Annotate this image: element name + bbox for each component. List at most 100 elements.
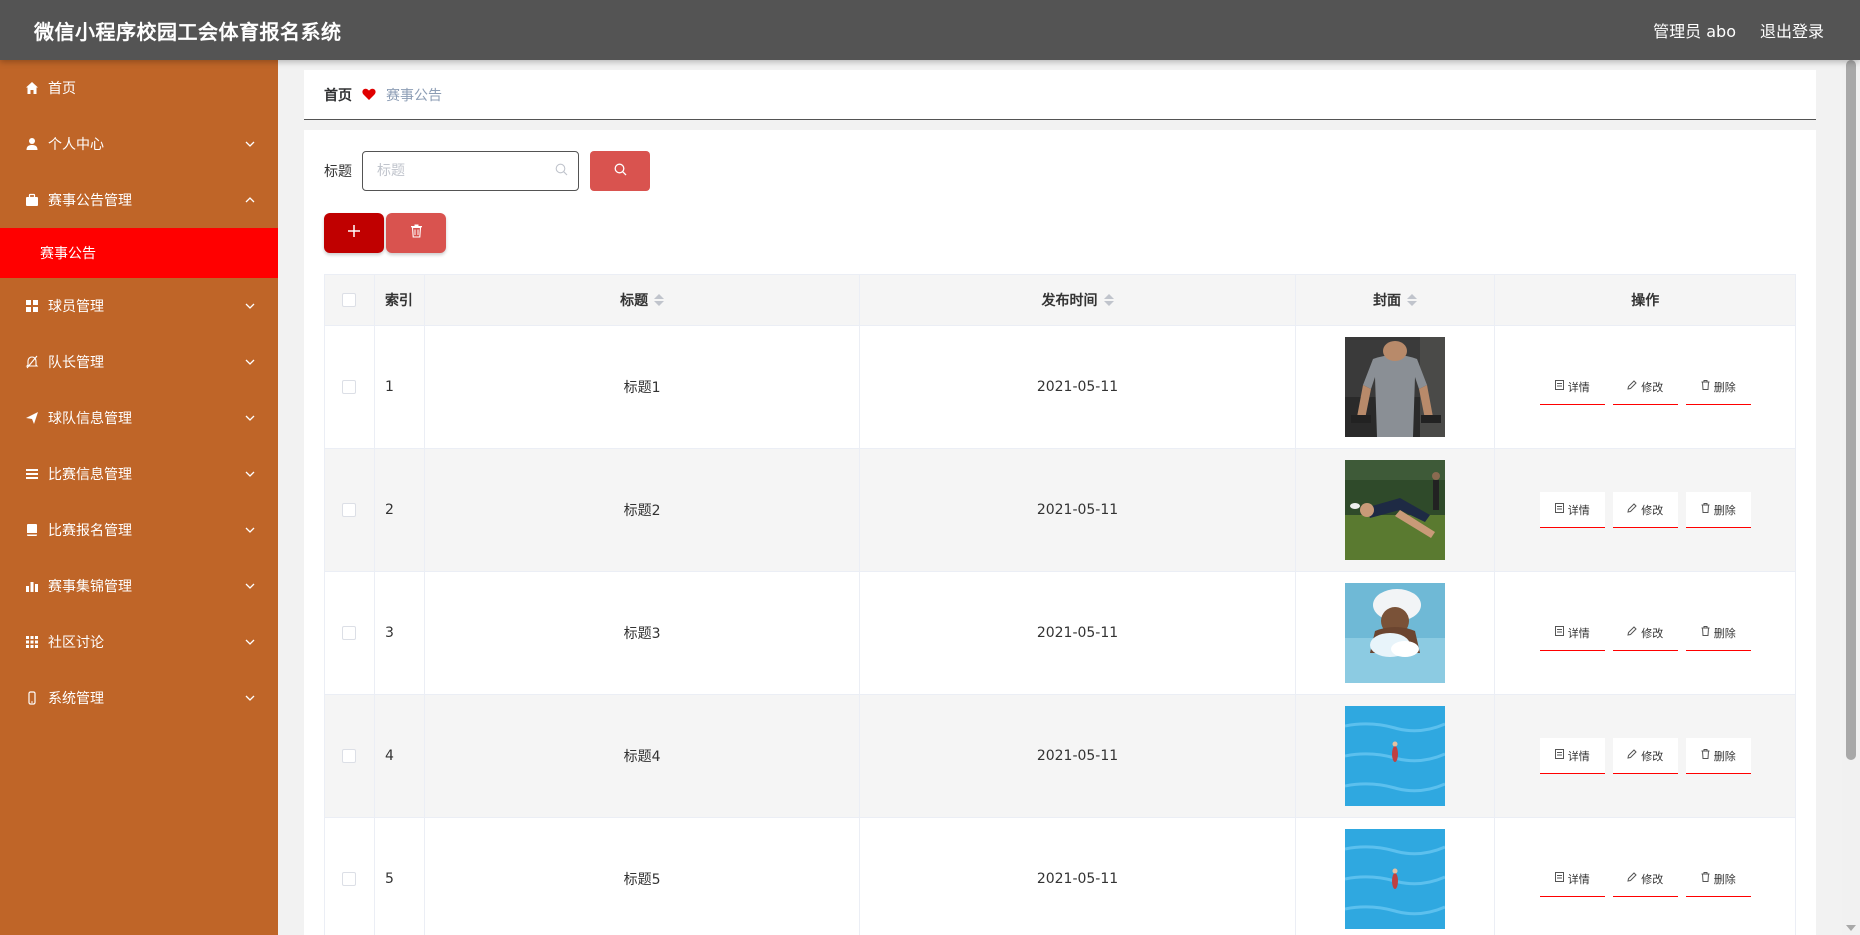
sidebar-item-matches[interactable]: 比赛信息管理 — [0, 446, 278, 502]
sidebar-item-highlights[interactable]: 赛事集锦管理 — [0, 558, 278, 614]
row-title: 标题3 — [623, 626, 661, 642]
sort-icon[interactable] — [1103, 294, 1114, 306]
row-checkbox[interactable] — [342, 503, 357, 517]
trash-icon — [1701, 503, 1710, 516]
sidebar-subitem-notice[interactable]: 赛事公告 — [0, 228, 278, 278]
column-header-ops: 操作 — [1631, 293, 1660, 309]
apps-icon — [24, 634, 40, 650]
edit-label: 修改 — [1641, 503, 1664, 517]
cover-image-pool[interactable] — [1345, 829, 1446, 929]
grid-icon — [24, 298, 40, 314]
chevron-down-icon — [244, 524, 256, 536]
row-checkbox[interactable] — [342, 626, 357, 640]
sidebar-item-label: 比赛信息管理 — [48, 467, 132, 483]
table-row: 4 标题4 2021-05-11 详情 修改 删除 — [325, 695, 1795, 818]
row-time: 2021-05-11 — [1036, 625, 1119, 641]
app-title: 微信小程序校园工会体育报名系统 — [34, 19, 342, 44]
delete-button[interactable]: 删除 — [1685, 369, 1751, 405]
chevron-down-icon — [244, 468, 256, 480]
sidebar-item-label: 社区讨论 — [48, 635, 104, 651]
cover-image-rugby[interactable] — [1345, 460, 1446, 560]
trash-icon — [1701, 872, 1710, 885]
sort-icon[interactable] — [654, 294, 665, 306]
page-scrollbar[interactable] — [1842, 60, 1860, 935]
header-right: 管理员 abo 退出登录 — [1653, 18, 1824, 42]
detail-label: 详情 — [1567, 380, 1590, 394]
sidebar-item-notice-management[interactable]: 赛事公告管理 — [0, 172, 278, 228]
row-checkbox[interactable] — [342, 749, 357, 763]
sidebar-item-personal-center[interactable]: 个人中心 — [0, 116, 278, 172]
column-header-title[interactable]: 标题 — [620, 290, 648, 310]
chevron-down-icon — [244, 636, 256, 648]
logout-link[interactable]: 退出登录 — [1760, 18, 1824, 42]
detail-button[interactable]: 详情 — [1539, 615, 1605, 651]
column-header-cover[interactable]: 封面 — [1373, 290, 1401, 310]
detail-label: 详情 — [1567, 503, 1590, 517]
sidebar-item-players[interactable]: 球员管理 — [0, 278, 278, 334]
select-all-checkbox[interactable] — [342, 293, 357, 307]
delete-label: 删除 — [1713, 749, 1736, 763]
sidebar-item-community[interactable]: 社区讨论 — [0, 614, 278, 670]
sidebar-item-label: 赛事集锦管理 — [48, 579, 132, 595]
sidebar-item-label: 比赛报名管理 — [48, 523, 132, 539]
breadcrumb-home[interactable]: 首页 — [324, 85, 352, 105]
sidebar-item-registrations[interactable]: 比赛报名管理 — [0, 502, 278, 558]
table-row: 2 标题2 2021-05-11 详情 修改 删除 — [325, 449, 1795, 572]
user-icon — [24, 136, 40, 152]
add-button[interactable] — [324, 213, 384, 253]
document-icon — [1554, 626, 1564, 639]
chevron-down-icon — [244, 412, 256, 424]
document-icon — [1554, 749, 1564, 762]
edit-label: 修改 — [1641, 626, 1664, 640]
edit-icon — [1627, 503, 1637, 516]
search-label: 标题 — [324, 164, 352, 180]
chevron-down-icon — [244, 580, 256, 592]
search-icon — [614, 163, 627, 180]
delete-button[interactable]: 删除 — [1685, 615, 1751, 651]
batch-delete-button[interactable] — [386, 213, 446, 253]
edit-button[interactable]: 修改 — [1612, 738, 1678, 774]
sidebar-item-home[interactable]: 首页 — [0, 60, 278, 116]
send-icon — [24, 410, 40, 426]
edit-button[interactable]: 修改 — [1612, 369, 1678, 405]
sort-icon[interactable] — [1407, 294, 1418, 306]
briefcase-icon — [24, 192, 40, 208]
cover-image-swimmer[interactable] — [1345, 583, 1446, 683]
sidebar-item-teams[interactable]: 球队信息管理 — [0, 390, 278, 446]
bar-chart-icon — [24, 578, 40, 594]
delete-button[interactable]: 删除 — [1685, 492, 1751, 528]
table-row: 5 标题5 2021-05-11 详情 修改 删除 — [325, 818, 1795, 935]
delete-button[interactable]: 删除 — [1685, 861, 1751, 897]
action-row — [324, 213, 446, 253]
detail-button[interactable]: 详情 — [1539, 369, 1605, 405]
sidebar-item-label: 队长管理 — [48, 355, 104, 371]
plus-icon — [347, 224, 361, 242]
detail-label: 详情 — [1567, 626, 1590, 640]
delete-button[interactable]: 删除 — [1685, 738, 1751, 774]
edit-label: 修改 — [1641, 380, 1664, 394]
sidebar-item-system[interactable]: 系统管理 — [0, 670, 278, 726]
scroll-down-icon[interactable] — [1846, 925, 1856, 931]
cover-image-pool[interactable] — [1345, 706, 1446, 806]
table-row: 3 标题3 2021-05-11 详情 修改 删除 — [325, 572, 1795, 695]
search-input[interactable] — [377, 163, 555, 179]
edit-icon — [1627, 626, 1637, 639]
chevron-down-icon — [244, 300, 256, 312]
detail-button[interactable]: 详情 — [1539, 861, 1605, 897]
detail-button[interactable]: 详情 — [1539, 738, 1605, 774]
edit-button[interactable]: 修改 — [1612, 615, 1678, 651]
scrollbar-thumb[interactable] — [1846, 60, 1856, 760]
sidebar-item-captains[interactable]: 队长管理 — [0, 334, 278, 390]
notice-table: 索引 标题 发布时间 封面 操作 1 标题1 2021-05-11 详情 修改 … — [324, 274, 1796, 935]
edit-icon — [1627, 872, 1637, 885]
search-button[interactable] — [590, 151, 650, 191]
edit-button[interactable]: 修改 — [1612, 492, 1678, 528]
column-header-time[interactable]: 发布时间 — [1042, 290, 1098, 310]
edit-button[interactable]: 修改 — [1612, 861, 1678, 897]
row-checkbox[interactable] — [342, 380, 357, 394]
sidebar-item-label: 首页 — [48, 81, 76, 97]
main-content: 首页 赛事公告 标题 索引 标题 — [278, 60, 1860, 935]
row-checkbox[interactable] — [342, 872, 357, 886]
cover-image-gym[interactable] — [1345, 337, 1446, 437]
detail-button[interactable]: 详情 — [1539, 492, 1605, 528]
